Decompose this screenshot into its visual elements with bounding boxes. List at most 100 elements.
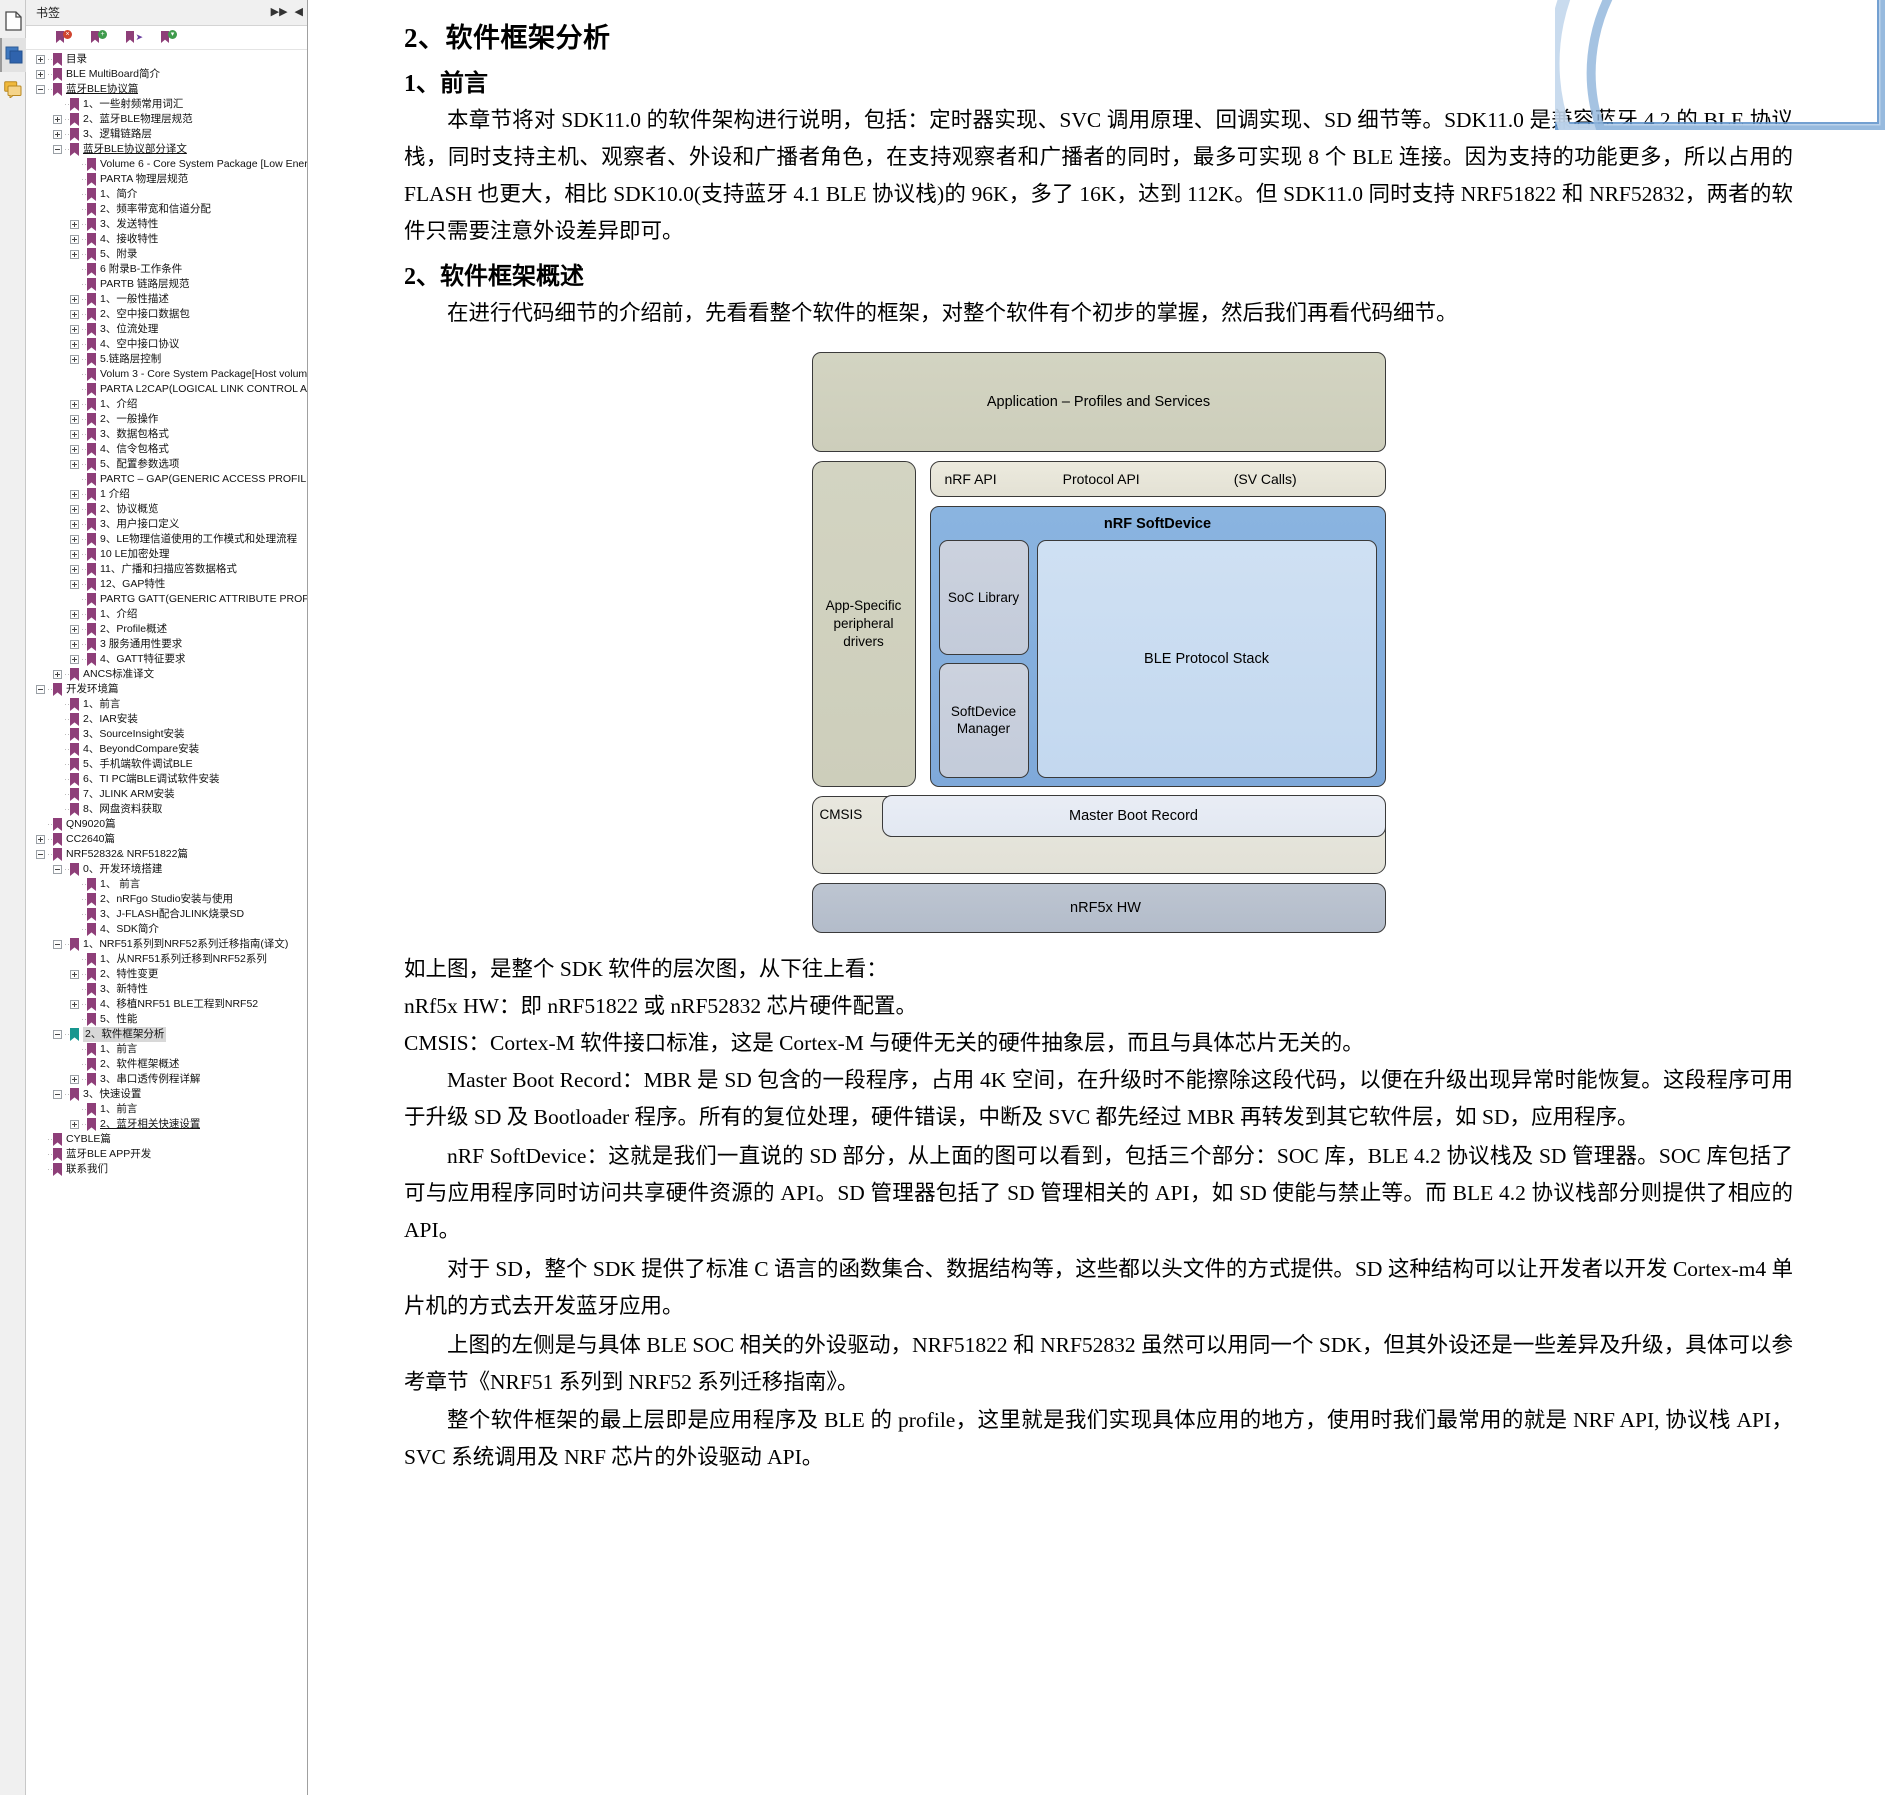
expand-icon[interactable] [70,325,79,334]
bookmark-item[interactable]: ·· Volum 3 - Core System Package[Host vol… [26,367,307,382]
bookmark-item[interactable]: ·· Volume 6 - Core System Package [Low En… [26,157,307,172]
bookmark-item[interactable]: ·· CYBLE篇 [26,1132,307,1147]
expand-icon[interactable] [70,580,79,589]
bookmark-item[interactable]: ·· 1、前言 [26,1042,307,1057]
bookmark-item[interactable]: ·· 4、BeyondCompare安装 [26,742,307,757]
bookmark-item[interactable]: ·· 2、IAR安装 [26,712,307,727]
bookmark-item[interactable]: ·· 2、软件框架概述 [26,1057,307,1072]
bookmark-item[interactable]: ·· 1 介绍 [26,487,307,502]
collapse-icon[interactable] [53,1030,62,1039]
expand-icon[interactable] [70,490,79,499]
expand-icon[interactable] [70,550,79,559]
bookmark-item[interactable]: ·· 0、开发环境搭建 [26,862,307,877]
expand-icon[interactable] [70,250,79,259]
bookmark-item[interactable]: ·· 3、发送特性 [26,217,307,232]
bookmark-item[interactable]: ·· 1、介绍 [26,607,307,622]
bookmark-item[interactable]: ·· BLE MultiBoard简介 [26,67,307,82]
bookmark-item[interactable]: ·· 目录 [26,52,307,67]
bookmark-item[interactable]: ·· PARTA L2CAP(LOGICAL LINK CONTROL AND [26,382,307,397]
rail-item-page-thumbnails[interactable] [0,4,26,38]
bookmark-item[interactable]: ·· 2、蓝牙相关快速设置 [26,1117,307,1132]
bookmark-item[interactable]: ·· 3、快速设置 [26,1087,307,1102]
collapse-icon[interactable] [36,85,45,94]
expand-icon[interactable] [70,970,79,979]
bookmark-item[interactable]: ·· 5、附录 [26,247,307,262]
collapse-icon[interactable] [53,145,62,154]
bookmark-item[interactable]: ·· 3、逻辑链路层 [26,127,307,142]
bookmark-item[interactable]: ·· 3、串口透传例程详解 [26,1072,307,1087]
expand-icon[interactable] [70,625,79,634]
expand-icon[interactable] [70,1000,79,1009]
bookmark-item[interactable]: ·· PARTG GATT(GENERIC ATTRIBUTE PROFILE [26,592,307,607]
expand-icon[interactable] [53,670,62,679]
bookmark-item[interactable]: ·· 1、 前言 [26,877,307,892]
bookmark-item[interactable]: ·· 11、广播和扫描应答数据格式 [26,562,307,577]
expand-icon[interactable] [70,295,79,304]
expand-icon[interactable] [70,535,79,544]
expand-icon[interactable] [36,55,45,64]
expand-icon[interactable] [70,565,79,574]
collapse-icon[interactable] [53,1090,62,1099]
expand-icon[interactable] [70,340,79,349]
bookmark-item[interactable]: ·· 3、新特性 [26,982,307,997]
bookmark-item[interactable]: ·· PARTA 物理层规范 [26,172,307,187]
bookmark-item[interactable]: ·· 开发环境篇 [26,682,307,697]
bookmark-item[interactable]: ·· 4、SDK简介 [26,922,307,937]
chevrons-right-icon[interactable]: ▶▶ [271,5,288,18]
expand-icon[interactable] [70,505,79,514]
bookmark-item[interactable]: ·· 3、J-FLASH配合JLINK烧录SD [26,907,307,922]
bookmark-item[interactable]: ·· 4、接收特性 [26,232,307,247]
bookmark-item[interactable]: ·· 1、介绍 [26,397,307,412]
bookmark-item[interactable]: ·· 3 服务通用性要求 [26,637,307,652]
bookmark-item[interactable]: ·· 8、网盘资料获取 [26,802,307,817]
bookmark-item[interactable]: ·· 5、配置参数选项 [26,457,307,472]
expand-icon[interactable] [70,235,79,244]
expand-icon[interactable] [70,220,79,229]
bookmark-item[interactable]: ·· 2、nRFgo Studio安装与使用 [26,892,307,907]
bookmark-item[interactable]: ·· 1、NRF51系列到NRF52系列迁移指南(译文) [26,937,307,952]
expand-icon[interactable] [70,430,79,439]
bookmark-item[interactable]: ·· 1、一般性描述 [26,292,307,307]
bookmark-item[interactable]: ·· 1、从NRF51系列迁移到NRF52系列 [26,952,307,967]
bookmark-item[interactable]: ·· 10 LE加密处理 [26,547,307,562]
rail-item-comments[interactable] [0,72,26,106]
bookmark-item[interactable]: ·· PARTC – GAP(GENERIC ACCESS PROFILE) [26,472,307,487]
bookmark-item[interactable]: ·· 2、软件框架分析 [26,1027,307,1042]
bookmark-item[interactable]: ·· 2、空中接口数据包 [26,307,307,322]
bookmark-goto-icon[interactable]: ➤ [126,30,143,45]
bookmark-item[interactable]: ·· 9、LE物理信道使用的工作模式和处理流程 [26,532,307,547]
bookmark-item[interactable]: ·· CC2640篇 [26,832,307,847]
expand-icon[interactable] [70,415,79,424]
bookmark-item[interactable]: ·· 4、移植NRF51 BLE工程到NRF52 [26,997,307,1012]
bookmark-delete-icon[interactable]: × [56,30,72,45]
bookmark-edit-icon[interactable]: ▾ [161,30,177,45]
expand-icon[interactable] [70,520,79,529]
bookmark-item[interactable]: ·· 1、前言 [26,697,307,712]
collapse-icon[interactable] [53,940,62,949]
bookmark-item[interactable]: ·· 蓝牙BLE APP开发 [26,1147,307,1162]
bookmark-item[interactable]: ·· 3、位流处理 [26,322,307,337]
collapse-icon[interactable] [36,685,45,694]
bookmark-item[interactable]: ·· 蓝牙BLE协议篇 [26,82,307,97]
bookmark-item[interactable]: ·· 3、用户接口定义 [26,517,307,532]
expand-icon[interactable] [70,1075,79,1084]
expand-icon[interactable] [36,835,45,844]
expand-icon[interactable] [53,115,62,124]
collapse-icon[interactable] [36,850,45,859]
bookmark-item[interactable]: ·· 1、前言 [26,1102,307,1117]
bookmark-item[interactable]: ·· QN9020篇 [26,817,307,832]
expand-icon[interactable] [70,400,79,409]
bookmark-item[interactable]: ·· 2、协议概览 [26,502,307,517]
expand-icon[interactable] [70,460,79,469]
bookmark-item[interactable]: ·· 1、简介 [26,187,307,202]
bookmark-add-icon[interactable]: + [91,30,107,45]
bookmark-item[interactable]: ·· 2、蓝牙BLE物理层规范 [26,112,307,127]
bookmark-item[interactable]: ·· 6 附录B-工作条件 [26,262,307,277]
bookmark-item[interactable]: ·· 3、数据包格式 [26,427,307,442]
expand-icon[interactable] [36,70,45,79]
bookmark-item[interactable]: ·· 联系我们 [26,1162,307,1177]
bookmark-item[interactable]: ·· ANCS标准译文 [26,667,307,682]
rail-item-layers[interactable] [0,38,26,72]
bookmark-item[interactable]: ·· 2、特性变更 [26,967,307,982]
bookmark-item[interactable]: ·· 3、SourceInsight安装 [26,727,307,742]
